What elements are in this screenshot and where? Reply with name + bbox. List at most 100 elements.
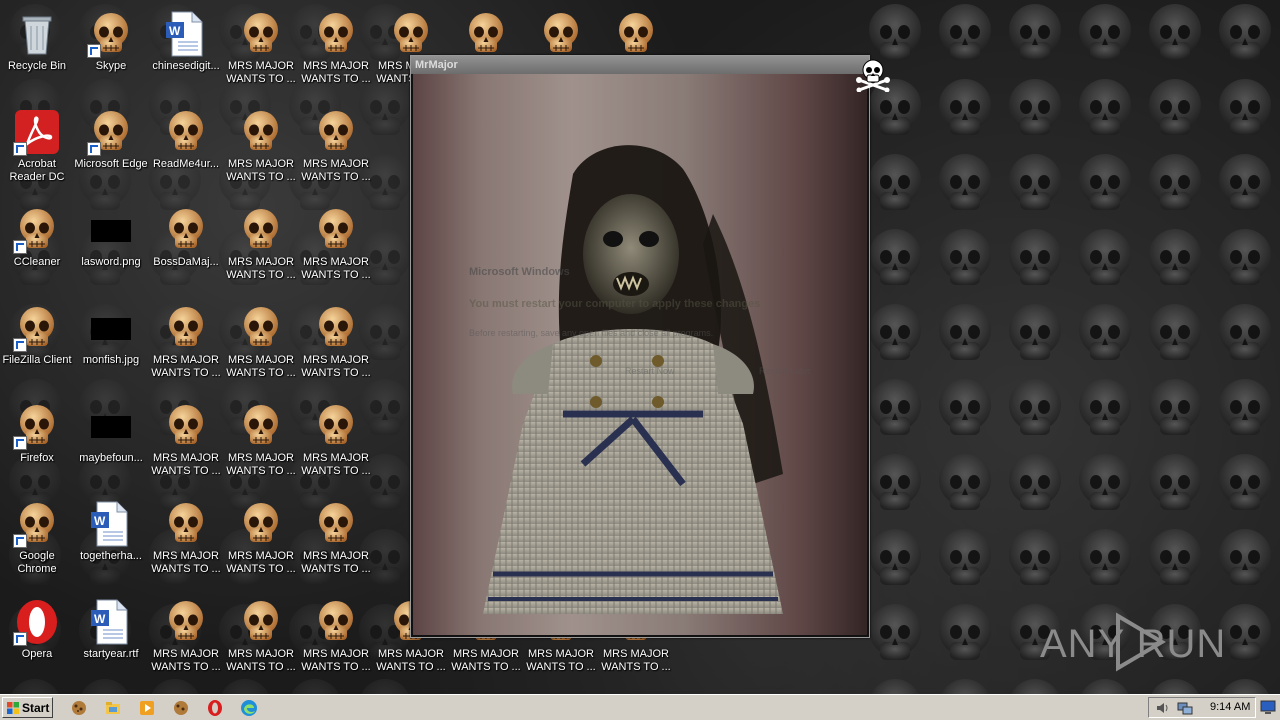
skull-icon (162, 108, 210, 156)
svg-text:W: W (94, 612, 106, 626)
desktop-icon[interactable]: MRS MAJOR WANTS TO ... (299, 592, 373, 682)
desktop-icon-label: MRS MAJOR WANTS TO ... (526, 648, 596, 673)
desktop-icon[interactable]: lasword.png (74, 200, 148, 290)
desktop-icon[interactable]: Firefox (0, 396, 74, 486)
media-player-icon[interactable] (138, 699, 156, 717)
desktop-icon-label: Skype (95, 60, 127, 72)
skull-icon (162, 206, 210, 254)
skull-icon (312, 108, 360, 156)
desktop-icon[interactable]: Microsoft Edge (74, 102, 148, 192)
taskbar: Start 9:14 AM (0, 694, 1280, 720)
desktop-icon-label: MRS MAJOR WANTS TO ... (301, 354, 371, 379)
opera-icon (13, 598, 61, 646)
desktop-icon[interactable]: MRS MAJOR WANTS TO ... (299, 200, 373, 290)
cookie-icon[interactable] (172, 699, 190, 717)
desktop-icon-label: MRS MAJOR WANTS TO ... (151, 354, 221, 379)
desktop-icon[interactable]: MRS MAJOR WANTS TO ... (224, 200, 298, 290)
desktop-icon[interactable]: MRS MAJOR WANTS TO ... (149, 298, 223, 388)
window-content-image: Microsoft Windows You must restart your … (413, 74, 867, 635)
desktop-icon[interactable]: Wstartyear.rtf (74, 592, 148, 682)
opera-icon[interactable] (206, 699, 224, 717)
system-tray: 9:14 AM (1148, 697, 1256, 718)
desktop-icon[interactable]: MRS MAJOR WANTS TO ... (224, 592, 298, 682)
desktop-icon[interactable]: MRS MAJOR WANTS TO ... (299, 396, 373, 486)
desktop-icon[interactable]: MRS MAJOR WANTS TO ... (224, 102, 298, 192)
desktop-icon[interactable]: MRS MAJOR WANTS TO ... (299, 494, 373, 584)
skull-icon (87, 10, 135, 58)
shortcut-arrow-icon (13, 534, 27, 548)
desktop-icon-label: Acrobat Reader DC (9, 158, 65, 183)
desktop-icon-label: monfish.jpg (82, 354, 140, 366)
desktop-icon[interactable]: MRS MAJOR WANTS TO ... (149, 396, 223, 486)
desktop-icon-label: MRS MAJOR WANTS TO ... (226, 158, 296, 183)
desktop-icon[interactable]: MRS MAJOR WANTS TO ... (224, 494, 298, 584)
desktop-icon[interactable]: Wtogetherha... (74, 494, 148, 584)
desktop-icon[interactable]: MRS MAJOR WANTS TO ... (299, 298, 373, 388)
desktop-icon[interactable]: Skype (74, 4, 148, 94)
desktop-icon-label: MRS MAJOR WANTS TO ... (226, 452, 296, 477)
desktop-icon-label: togetherha... (80, 550, 142, 562)
desktop-icon[interactable]: Wchinesedigit... (149, 4, 223, 94)
skull-icon (162, 598, 210, 646)
mrmajor-window[interactable]: MrMajor Microsoft Windows You must resta… (410, 55, 890, 638)
desktop-icon-label: MRS MAJOR WANTS TO ... (151, 550, 221, 575)
desktop-icon-label: MRS MAJOR WANTS TO ... (226, 648, 296, 673)
desktop-icon-label: Recycle Bin (7, 60, 67, 72)
desktop-icon[interactable]: MRS MAJOR WANTS TO ... (224, 396, 298, 486)
desktop-icon[interactable]: Recycle Bin (0, 4, 74, 94)
skull-icon (312, 402, 360, 450)
skull-crossbones-icon[interactable] (855, 56, 891, 92)
desktop-icon-label: MRS MAJOR WANTS TO ... (226, 550, 296, 575)
svg-text:W: W (94, 514, 106, 528)
shortcut-arrow-icon (13, 142, 27, 156)
skull-icon (237, 10, 285, 58)
desktop-icon[interactable]: Opera (0, 592, 74, 682)
edge-icon[interactable] (240, 699, 258, 717)
cookie-icon[interactable] (70, 699, 88, 717)
skull-icon (13, 402, 61, 450)
desktop-icon[interactable]: MRS MAJOR WANTS TO ... (299, 4, 373, 94)
desktop-icon[interactable]: monfish.jpg (74, 298, 148, 388)
start-button[interactable]: Start (2, 697, 53, 718)
desktop-icon-label: MRS MAJOR WANTS TO ... (301, 452, 371, 477)
desktop-icon-label: MRS MAJOR WANTS TO ... (226, 354, 296, 379)
skull-icon (237, 304, 285, 352)
skull-icon (162, 500, 210, 548)
desktop-icon[interactable]: MRS MAJOR WANTS TO ... (224, 298, 298, 388)
word-doc-icon: W (87, 500, 135, 548)
desktop-icon-label: maybefoun... (79, 452, 143, 464)
skull-icon (462, 10, 510, 58)
skull-icon (162, 402, 210, 450)
clock[interactable]: 9:14 AM (1210, 698, 1250, 717)
explorer-folder-icon[interactable] (104, 699, 122, 717)
desktop-icon[interactable]: ReadMe4ur... (149, 102, 223, 192)
skull-icon (13, 500, 61, 548)
skull-icon (537, 10, 585, 58)
desktop-icon[interactable]: CCleaner (0, 200, 74, 290)
skull-icon (312, 304, 360, 352)
desktop-icon-label: ReadMe4ur... (152, 158, 220, 170)
svg-text:W: W (169, 24, 181, 38)
desktop-icon[interactable]: MRS MAJOR WANTS TO ... (149, 494, 223, 584)
desktop-icon[interactable]: Google Chrome (0, 494, 74, 584)
desktop-icon[interactable]: Acrobat Reader DC (0, 102, 74, 192)
skull-icon (612, 10, 660, 58)
desktop-icon[interactable]: MRS MAJOR WANTS TO ... (149, 592, 223, 682)
show-desktop-icon[interactable] (1260, 699, 1276, 715)
desktop-icon[interactable]: MRS MAJOR WANTS TO ... (299, 102, 373, 192)
play-logo-icon (1116, 612, 1166, 672)
skull-icon (162, 304, 210, 352)
shortcut-arrow-icon (13, 436, 27, 450)
window-title[interactable]: MrMajor (411, 56, 869, 74)
volume-icon[interactable] (1155, 700, 1171, 716)
desktop-icon[interactable]: FileZilla Client (0, 298, 74, 388)
desktop-icon-label: MRS MAJOR WANTS TO ... (601, 648, 671, 673)
desktop-icon[interactable]: MRS MAJOR WANTS TO ... (224, 4, 298, 94)
skull-icon (312, 500, 360, 548)
creepy-doll-image (413, 74, 867, 635)
network-icon[interactable] (1177, 700, 1193, 716)
desktop-icon-label: MRS MAJOR WANTS TO ... (301, 60, 371, 85)
desktop-icon[interactable]: BossDaMaj... (149, 200, 223, 290)
desktop-icon[interactable]: maybefoun... (74, 396, 148, 486)
shortcut-arrow-icon (13, 632, 27, 646)
